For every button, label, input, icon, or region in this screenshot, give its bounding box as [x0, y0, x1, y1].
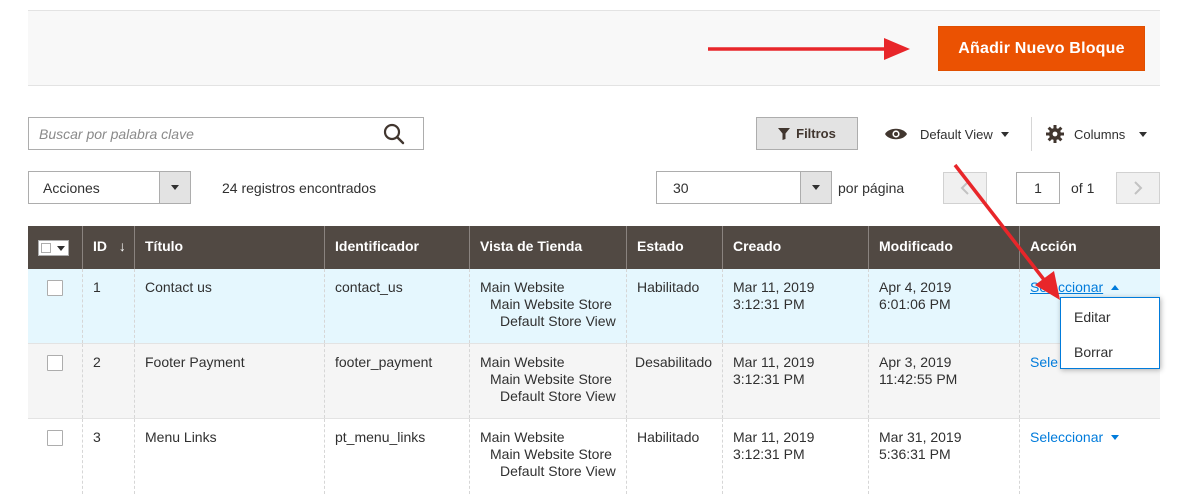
chevron-down-icon: [57, 246, 65, 251]
cell-store-view: Main Website Main Website Store Default …: [469, 269, 626, 343]
chevron-down-icon: [1000, 131, 1009, 137]
filters-button[interactable]: Filtros: [756, 117, 858, 150]
mass-actions-select[interactable]: Acciones: [28, 171, 191, 204]
chevron-left-icon: [960, 181, 969, 195]
store-view-view: Default Store View: [500, 463, 616, 479]
menu-item-edit[interactable]: Editar: [1074, 309, 1111, 325]
cell-store-view: Main Website Main Website Store Default …: [469, 344, 626, 418]
chevron-right-icon: [1134, 181, 1143, 195]
per-page-select[interactable]: 30: [656, 171, 832, 204]
cell-id: 1: [82, 269, 134, 343]
per-page-value: 30: [673, 180, 689, 196]
view-switcher[interactable]: Default View: [884, 121, 1009, 147]
cell-created: Mar 11, 2019 3:12:31 PM: [722, 344, 868, 418]
row-action-select-link[interactable]: Seleccionar: [1030, 429, 1103, 445]
mass-select-header[interactable]: [28, 226, 82, 269]
store-view-website: Main Website: [480, 279, 565, 295]
store-view-view: Default Store View: [500, 388, 616, 404]
chevron-down-icon: [812, 185, 820, 190]
add-new-block-button[interactable]: Añadir Nuevo Bloque: [938, 26, 1145, 71]
column-header-created[interactable]: Creado: [722, 226, 868, 269]
page-total: of 1: [1071, 180, 1095, 196]
cell-id: 2: [82, 344, 134, 418]
cell-store-view: Main Website Main Website Store Default …: [469, 419, 626, 494]
sort-arrow-icon: ↓: [118, 238, 126, 254]
toolbar-divider: [1031, 117, 1032, 151]
store-view-website: Main Website: [480, 429, 565, 445]
table-row: 2 Footer Payment footer_payment Main Web…: [28, 344, 1160, 419]
eye-icon: [885, 128, 907, 140]
select-arrow[interactable]: [159, 172, 190, 203]
cell-modified: Apr 3, 2019 11:42:55 PM: [868, 344, 1019, 418]
cell-identifier: pt_menu_links: [324, 419, 469, 494]
previous-page-button[interactable]: [943, 172, 987, 204]
column-header-identifier[interactable]: Identificador: [324, 226, 469, 269]
chevron-up-icon[interactable]: [1111, 285, 1120, 290]
search-input[interactable]: [29, 118, 389, 149]
cell-created: Mar 11, 2019 3:12:31 PM: [722, 419, 868, 494]
search-icon[interactable]: [383, 123, 405, 145]
store-view-view: Default Store View: [500, 313, 616, 329]
cell-title: Menu Links: [134, 419, 324, 494]
cell-status: Desabilitado: [626, 344, 722, 418]
cell-identifier: contact_us: [324, 269, 469, 343]
store-view-store: Main Website Store: [490, 371, 612, 387]
columns-label: Columns: [1074, 126, 1126, 142]
mass-select-checkbox[interactable]: [38, 240, 69, 256]
next-page-button[interactable]: [1116, 172, 1160, 204]
cell-title: Footer Payment: [134, 344, 324, 418]
view-label: Default View: [920, 126, 993, 142]
grid-header: ID ↓ Título Identificador Vista de Tiend…: [28, 226, 1160, 269]
search-box: [28, 117, 424, 150]
cell-status: Habilitado: [626, 269, 722, 343]
cell-action: Seleccionar: [1019, 419, 1160, 494]
row-select-cell: [28, 269, 82, 343]
per-page-label: por página: [838, 180, 905, 196]
gear-icon: [1046, 125, 1064, 143]
row-action-menu: Editar Borrar: [1060, 297, 1160, 369]
cell-modified: Mar 31, 2019 5:36:31 PM: [868, 419, 1019, 494]
row-checkbox[interactable]: [47, 280, 63, 296]
cell-id: 3: [82, 419, 134, 494]
current-page-input[interactable]: [1016, 172, 1060, 204]
records-found-count: 24 registros encontrados: [222, 180, 377, 196]
column-header-label: ID: [93, 238, 107, 254]
store-view-website: Main Website: [480, 354, 565, 370]
row-checkbox[interactable]: [47, 430, 63, 446]
menu-item-delete[interactable]: Borrar: [1074, 344, 1113, 360]
row-action-select-link[interactable]: Seleccionar: [1030, 279, 1103, 295]
column-header-store-view[interactable]: Vista de Tienda: [469, 226, 626, 269]
chevron-down-icon: [1139, 131, 1148, 137]
cell-identifier: footer_payment: [324, 344, 469, 418]
cell-status: Habilitado: [626, 419, 722, 494]
mass-actions-label: Acciones: [43, 180, 100, 196]
row-checkbox[interactable]: [47, 355, 63, 371]
store-view-store: Main Website Store: [490, 296, 612, 312]
cell-created: Mar 11, 2019 3:12:31 PM: [722, 269, 868, 343]
column-header-modified[interactable]: Modificado: [868, 226, 1019, 269]
select-arrow[interactable]: [800, 172, 831, 203]
table-row: 1 Contact us contact_us Main Website Mai…: [28, 269, 1160, 344]
store-view-store: Main Website Store: [490, 446, 612, 462]
column-header-action: Acción: [1019, 226, 1160, 269]
filters-label: Filtros: [796, 126, 836, 141]
column-header-title[interactable]: Título: [134, 226, 324, 269]
columns-control[interactable]: Columns: [1046, 121, 1148, 147]
column-header-status[interactable]: Estado: [626, 226, 722, 269]
chevron-down-icon[interactable]: [1111, 435, 1120, 440]
row-select-cell: [28, 344, 82, 418]
cell-title: Contact us: [134, 269, 324, 343]
filter-icon: [778, 127, 791, 140]
row-select-cell: [28, 419, 82, 494]
chevron-down-icon: [171, 185, 179, 190]
row-action-select-link[interactable]: Sele: [1030, 354, 1058, 370]
column-header-id[interactable]: ID ↓: [82, 226, 134, 269]
cell-modified: Apr 4, 2019 6:01:06 PM: [868, 269, 1019, 343]
table-row: 3 Menu Links pt_menu_links Main Website …: [28, 419, 1160, 494]
